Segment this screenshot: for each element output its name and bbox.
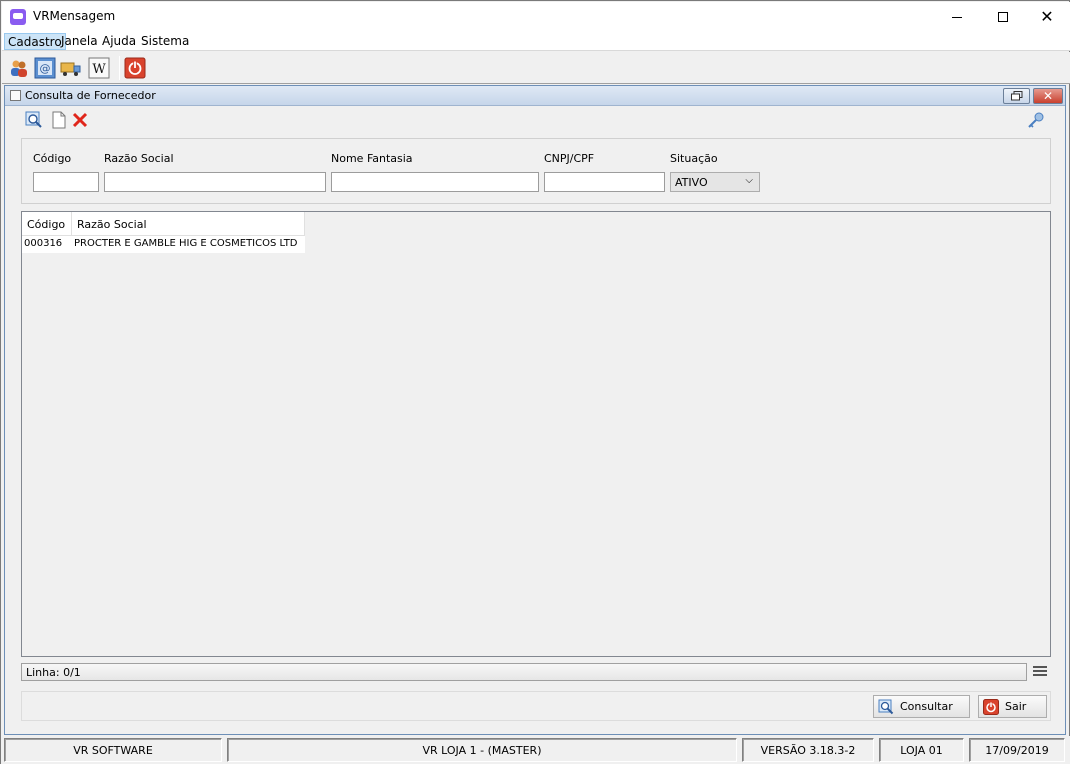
close-window-button[interactable]: ✕ — [1024, 2, 1070, 32]
query-toolbar — [5, 107, 1065, 133]
title-bar: VRMensagem ✕ — [2, 2, 1070, 32]
cnpj-cpf-label: CNPJ/CPF — [544, 152, 595, 165]
status-version: VERSÃO 3.18.3-2 — [742, 738, 874, 762]
filter-panel: Código Razão Social Nome Fantasia CNPJ/C… — [21, 138, 1051, 204]
email-icon[interactable]: @ — [34, 57, 56, 79]
razao-social-input[interactable] — [104, 172, 326, 192]
toolbar-separator — [119, 56, 120, 80]
maximize-icon — [998, 12, 1008, 22]
inner-title-bar: Consulta de Fornecedor ✕ — [5, 86, 1065, 106]
svg-text:@: @ — [40, 62, 51, 75]
sair-button[interactable]: Sair — [978, 695, 1047, 718]
restore-icon — [1010, 91, 1022, 101]
maximize-button[interactable] — [980, 2, 1026, 32]
close-icon: ✕ — [1040, 7, 1054, 26]
search-icon[interactable] — [25, 111, 43, 129]
codigo-label: Código — [33, 152, 72, 165]
message-app-icon — [10, 9, 26, 25]
close-icon: ✕ — [1042, 89, 1054, 103]
chevron-down-icon: ⌵ — [745, 175, 753, 186]
table-row[interactable]: 000316 PROCTER E GAMBLE HIG E COSMETICOS… — [22, 236, 305, 253]
window-title: VRMensagem — [33, 9, 116, 23]
wiki-icon[interactable]: W — [88, 57, 110, 79]
users-icon[interactable] — [8, 57, 30, 79]
row-count-status: Linha: 0/1 — [21, 663, 1027, 681]
situacao-value: ATIVO — [675, 176, 708, 189]
status-loja: LOJA 01 — [879, 738, 964, 762]
table-header: Código Razão Social — [22, 212, 305, 236]
menu-sistema[interactable]: Sistema — [138, 33, 192, 50]
power-icon[interactable] — [124, 57, 146, 79]
results-table: Código Razão Social 000316 PROCTER E GAM… — [21, 211, 1051, 657]
status-company: VR SOFTWARE — [4, 738, 222, 762]
minimize-button[interactable] — [934, 2, 980, 32]
delete-icon[interactable] — [71, 111, 89, 129]
status-store: VR LOJA 1 - (MASTER) — [227, 738, 737, 762]
cell-razao-social: PROCTER E GAMBLE HIG E COSMETICOS LTD — [74, 238, 298, 249]
power-icon — [983, 698, 999, 715]
consultar-button[interactable]: Consultar — [873, 695, 970, 718]
status-date: 17/09/2019 — [969, 738, 1065, 762]
inner-close-button[interactable]: ✕ — [1033, 88, 1063, 104]
column-header-razao-social[interactable]: Razão Social — [72, 212, 305, 236]
restore-button[interactable] — [1003, 88, 1030, 104]
situacao-label: Situação — [670, 152, 718, 165]
nome-fantasia-label: Nome Fantasia — [331, 152, 413, 165]
cell-codigo: 000316 — [24, 238, 63, 249]
sair-label: Sair — [1005, 700, 1027, 713]
codigo-input[interactable] — [33, 172, 99, 192]
menu-ajuda[interactable]: Ajuda — [99, 33, 139, 50]
search-icon — [878, 699, 894, 714]
window-doc-icon — [10, 90, 21, 101]
cnpj-cpf-input[interactable] — [544, 172, 665, 192]
column-header-codigo[interactable]: Código — [22, 212, 72, 236]
main-window: VRMensagem ✕ Cadastro Janela Ajuda Siste… — [0, 0, 1070, 764]
supplier-query-window: Consulta de Fornecedor ✕ Código Razão So… — [4, 85, 1066, 735]
minimize-icon — [952, 16, 962, 18]
main-toolbar: @ W — [2, 52, 1070, 84]
truck-icon[interactable] — [60, 57, 82, 79]
menu-janela[interactable]: Janela — [58, 33, 101, 50]
menu-cadastro[interactable]: Cadastro — [4, 33, 66, 50]
menu-lines-icon[interactable] — [1033, 666, 1047, 678]
consultar-label: Consultar — [900, 700, 953, 713]
nome-fantasia-input[interactable] — [331, 172, 539, 192]
key-icon[interactable] — [1027, 111, 1045, 129]
menu-bar: Cadastro Janela Ajuda Sistema — [2, 32, 1070, 51]
inner-window-title: Consulta de Fornecedor — [25, 89, 156, 102]
situacao-select[interactable]: ATIVO ⌵ — [670, 172, 760, 192]
new-document-icon[interactable] — [50, 111, 68, 129]
razao-social-label: Razão Social — [104, 152, 174, 165]
action-panel: Consultar Sair — [21, 691, 1051, 721]
svg-text:W: W — [92, 62, 106, 77]
status-bar: VR SOFTWARE VR LOJA 1 - (MASTER) VERSÃO … — [1, 736, 1070, 764]
